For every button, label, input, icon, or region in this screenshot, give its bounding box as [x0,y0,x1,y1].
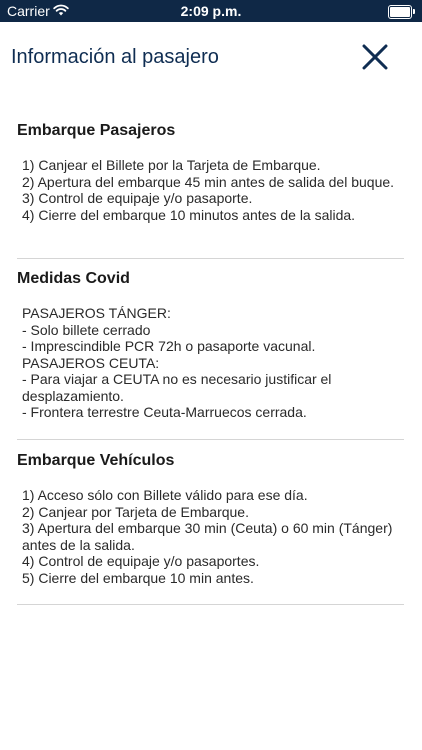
section-medidas-covid: Medidas Covid PASAJEROS TÁNGER: - Solo b… [17,270,404,421]
divider [17,439,404,440]
divider [17,604,404,605]
battery-level [390,7,410,17]
section-title: Embarque Vehículos [17,452,175,469]
section-body: 1) Canjear el Billete por la Tarjeta de … [22,157,395,223]
close-button[interactable] [360,42,390,72]
battery-icon [388,5,415,19]
section-title: Medidas Covid [17,270,130,287]
page-title: Información al pasajero [11,46,219,68]
divider [17,258,404,259]
section-embarque-vehiculos: Embarque Vehículos 1) Acceso sólo con Bi… [17,452,404,586]
status-bar: Carrier 2:09 p.m. [0,0,422,22]
status-time: 2:09 p.m. [180,3,242,19]
close-icon [362,44,388,70]
section-body: 1) Acceso sólo con Billete válido para e… [22,487,393,586]
section-body: PASAJEROS TÁNGER: - Solo billete cerrado… [22,305,332,420]
section-title: Embarque Pasajeros [17,122,176,139]
section-embarque-pasajeros: Embarque Pasajeros 1) Canjear el Billete… [17,122,404,223]
